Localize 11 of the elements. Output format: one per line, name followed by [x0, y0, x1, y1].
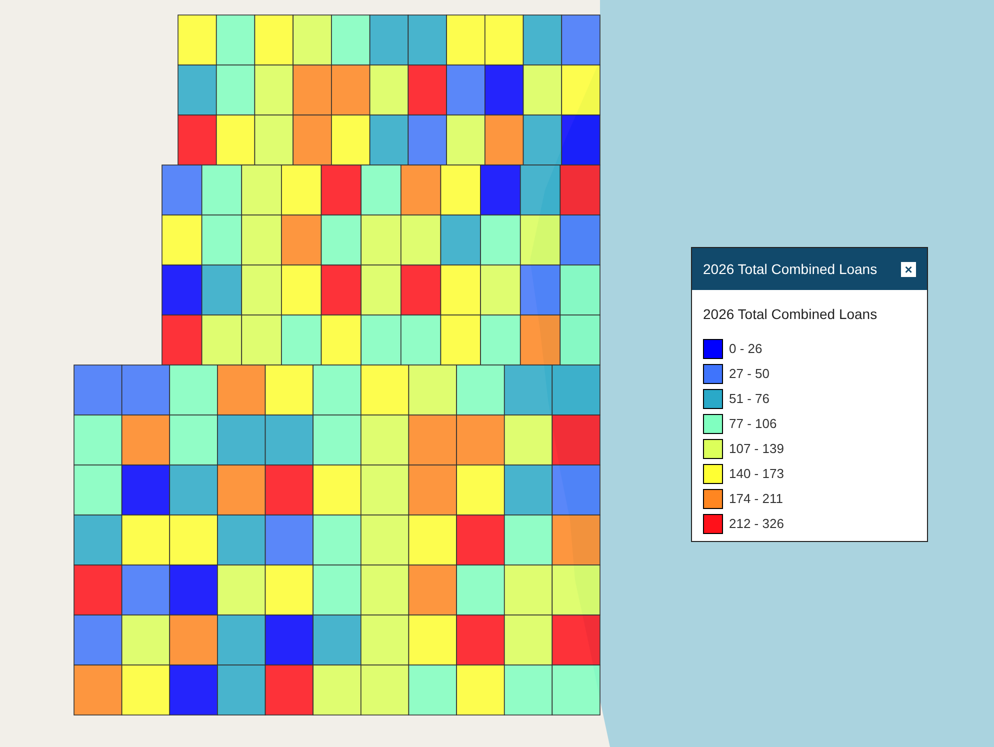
legend-title: 2026 Total Combined Loans: [703, 260, 878, 278]
legend-label: 174 - 211: [729, 490, 783, 508]
legend-label: 27 - 50: [729, 365, 770, 384]
legend-heading: 2026 Total Combined Loans: [703, 305, 878, 324]
legend-label: 0 - 26: [729, 340, 762, 358]
legend-label: 140 - 173: [729, 465, 784, 484]
legend-label: 77 - 106: [729, 415, 777, 434]
close-button[interactable]: ×: [901, 262, 916, 276]
legend-label: 107 - 139: [729, 440, 784, 458]
legend-label: 51 - 76: [729, 390, 770, 408]
legend-label: 212 - 326: [729, 515, 784, 534]
